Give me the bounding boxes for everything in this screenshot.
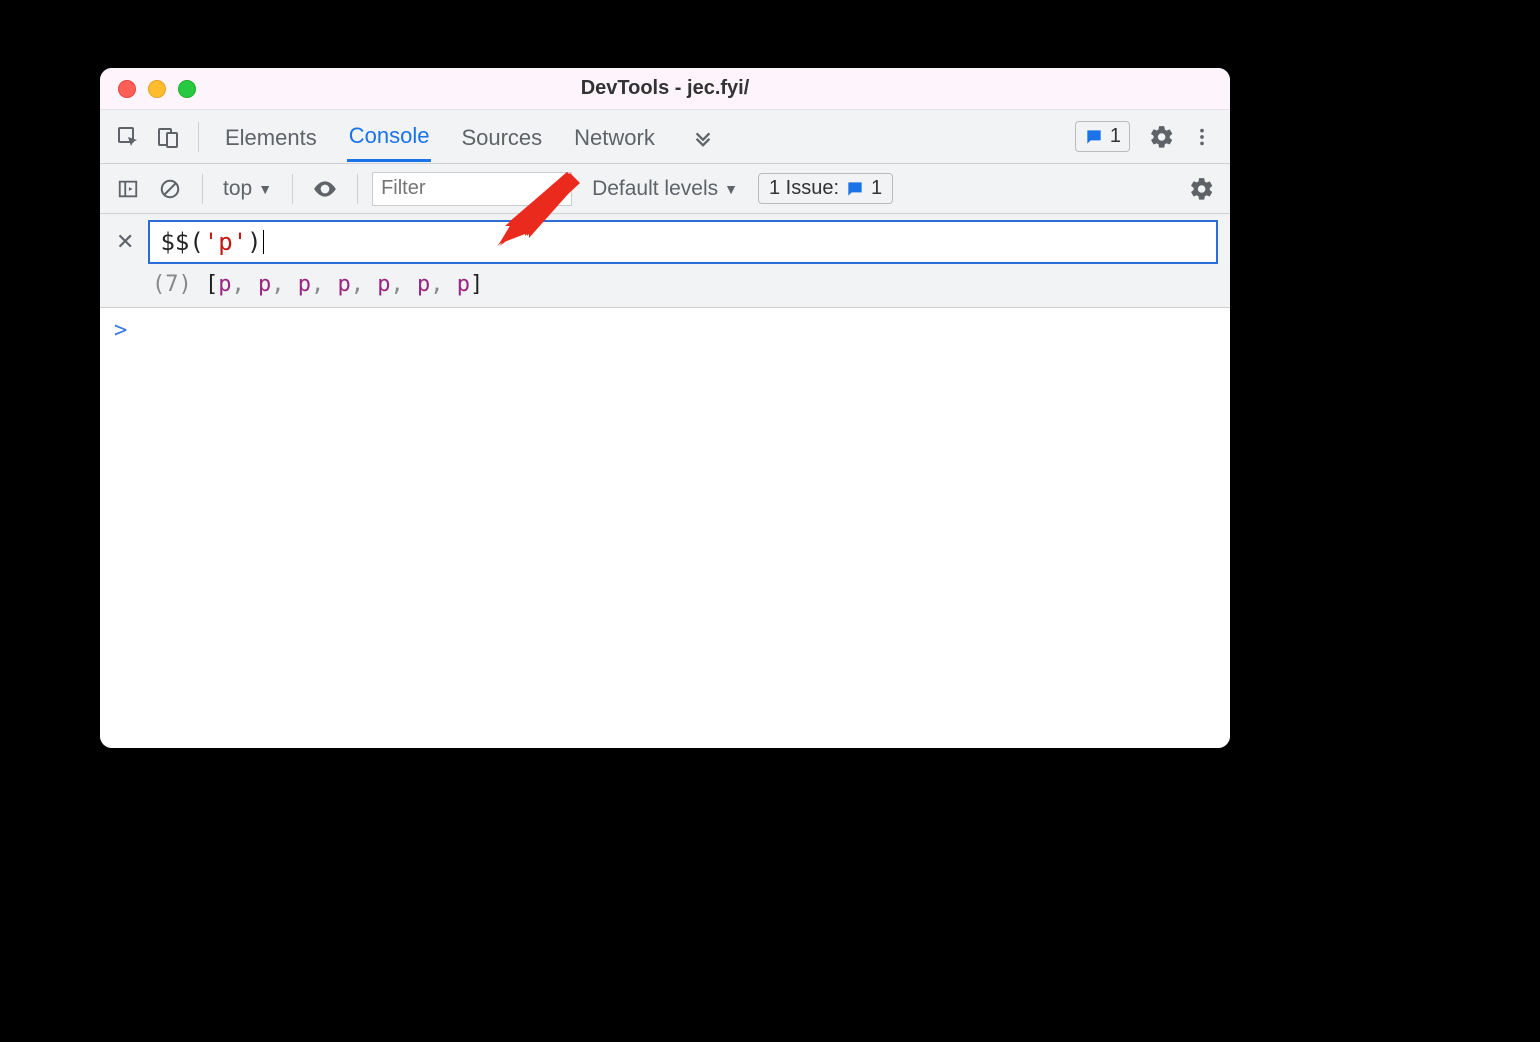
chevron-down-icon: ▼: [258, 181, 272, 197]
separator: [292, 174, 293, 204]
log-levels-selector[interactable]: Default levels ▼: [592, 177, 738, 201]
live-expression-eye-icon[interactable]: [307, 171, 343, 207]
preview-item[interactable]: p: [338, 272, 351, 297]
expression-input-line: ✕ $$('p'): [112, 220, 1218, 264]
tab-network[interactable]: Network: [572, 113, 657, 161]
expr-quote-close: ': [233, 228, 247, 256]
messages-count: 1: [1110, 125, 1121, 148]
titlebar: DevTools - jec.fyi/: [100, 68, 1230, 110]
context-selector[interactable]: top ▼: [217, 177, 278, 201]
clear-console-icon[interactable]: [152, 171, 188, 207]
devtools-window: DevTools - jec.fyi/ Elements Console Sou…: [100, 68, 1230, 748]
close-icon[interactable]: ✕: [112, 229, 138, 255]
issues-count: 1: [871, 177, 882, 200]
expr-arg: p: [218, 228, 232, 256]
console-settings-icon[interactable]: [1184, 171, 1220, 207]
text-cursor: [263, 230, 264, 254]
message-icon: [1084, 127, 1104, 147]
console-toolbar: top ▼ Default levels ▼ 1 Issue: 1: [100, 164, 1230, 214]
preview-item[interactable]: p: [417, 272, 430, 297]
preview-item[interactable]: p: [298, 272, 311, 297]
expr-quote-open: ': [204, 228, 218, 256]
eager-preview: (7) [p, p, p, p, p, p, p]: [112, 264, 1218, 297]
filter-input[interactable]: [372, 172, 572, 206]
preview-item[interactable]: p: [377, 272, 390, 297]
preview-item[interactable]: p: [258, 272, 271, 297]
context-label: top: [223, 177, 252, 201]
settings-icon[interactable]: [1144, 119, 1180, 155]
message-icon: [845, 179, 865, 199]
live-expression-row: ✕ $$('p') (7) [p, p, p, p, p, p, p]: [100, 214, 1230, 308]
preview-item[interactable]: p: [457, 272, 470, 297]
issues-label: 1 Issue:: [769, 177, 839, 200]
levels-label: Default levels: [592, 177, 718, 201]
tab-console[interactable]: Console: [347, 111, 432, 162]
console-prompt: >: [114, 318, 127, 343]
show-sidebar-icon[interactable]: [110, 171, 146, 207]
device-toolbar-icon[interactable]: [150, 119, 186, 155]
preview-count: (7): [152, 272, 192, 297]
chevron-down-icon: ▼: [724, 181, 738, 197]
expr-fn: $$: [160, 228, 189, 256]
console-body[interactable]: >: [100, 308, 1230, 748]
separator: [357, 174, 358, 204]
expr-close: ): [247, 228, 261, 256]
separator: [202, 174, 203, 204]
more-tabs-icon[interactable]: [685, 119, 721, 155]
tab-elements[interactable]: Elements: [223, 113, 319, 161]
window-title: DevTools - jec.fyi/: [100, 77, 1230, 100]
inspect-element-icon[interactable]: [110, 119, 146, 155]
messages-badge[interactable]: 1: [1075, 121, 1130, 152]
preview-item[interactable]: p: [218, 272, 231, 297]
tabs: Elements Console Sources Network: [223, 111, 721, 162]
kebab-menu-icon[interactable]: [1184, 119, 1220, 155]
issues-badge[interactable]: 1 Issue: 1: [758, 173, 893, 204]
tab-sources[interactable]: Sources: [459, 113, 544, 161]
expr-open: (: [189, 228, 203, 256]
expression-input[interactable]: $$('p'): [148, 220, 1218, 264]
main-toolbar: Elements Console Sources Network 1: [100, 110, 1230, 164]
separator: [198, 122, 199, 152]
